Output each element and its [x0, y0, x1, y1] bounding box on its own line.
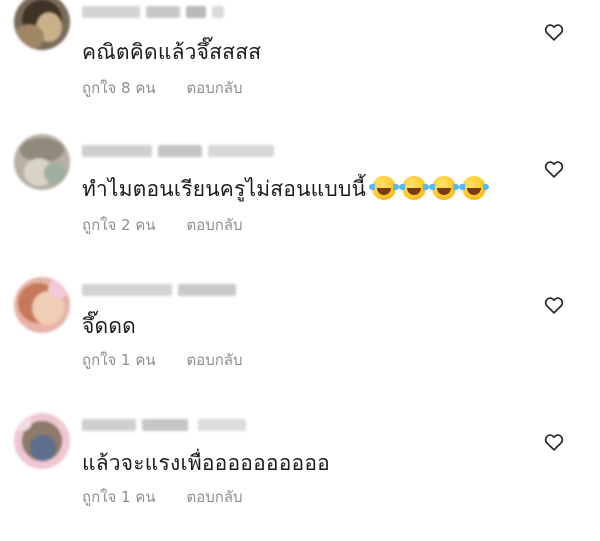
comment-text-body: ทำไมตอนเรียนครูไม่สอนแบบนี้ — [82, 177, 367, 201]
like-count[interactable]: ถูกใจ 8 คน — [82, 79, 156, 97]
laughing-tears-emoji-icon — [399, 176, 430, 200]
comment-text: คณิตคิดแล้วจึ๊สสสส — [82, 40, 262, 64]
comment-text: แล้วจะแรงเพื่ออออออออออ — [82, 451, 330, 475]
comment-meta: ถูกใจ 1 คน ตอบกลับ — [82, 485, 243, 509]
comment-meta: ถูกใจ 8 คน ตอบกลับ — [82, 76, 243, 100]
heart-outline-icon[interactable] — [543, 158, 565, 180]
reply-button[interactable]: ตอบกลับ — [186, 79, 242, 97]
comment-text: จึ๊ดดด — [82, 314, 137, 338]
laughing-tears-emoji-icon — [459, 176, 490, 200]
username-blurred[interactable] — [82, 417, 252, 433]
username-blurred[interactable] — [82, 4, 232, 20]
comment-item: คณิตคิดแล้วจึ๊สสสส ถูกใจ 8 คน ตอบกลับ — [0, 0, 600, 130]
username-blurred[interactable] — [82, 143, 282, 159]
like-count[interactable]: ถูกใจ 1 คน — [82, 488, 156, 506]
comment-meta: ถูกใจ 2 คน ตอบกลับ — [82, 213, 243, 237]
comment-item: จึ๊ดดด ถูกใจ 1 คน ตอบกลับ — [0, 274, 600, 404]
avatar[interactable] — [14, 0, 70, 50]
comment-text: ทำไมตอนเรียนครูไม่สอนแบบนี้ — [82, 173, 490, 206]
reply-button[interactable]: ตอบกลับ — [186, 488, 242, 506]
heart-outline-icon[interactable] — [543, 431, 565, 453]
laughing-tears-emoji-icon — [429, 176, 460, 200]
laughing-tears-emoji-icon — [369, 176, 400, 200]
reply-button[interactable]: ตอบกลับ — [186, 351, 242, 369]
avatar[interactable] — [14, 134, 70, 190]
username-blurred[interactable] — [82, 282, 242, 298]
comment-item: ทำไมตอนเรียนครูไม่สอนแบบนี้ ถูกใจ 2 คน ต… — [0, 134, 600, 267]
comment-meta: ถูกใจ 1 คน ตอบกลับ — [82, 348, 243, 372]
comment-item: แล้วจะแรงเพื่ออออออออออ ถูกใจ 1 คน ตอบกล… — [0, 411, 600, 541]
like-count[interactable]: ถูกใจ 2 คน — [82, 216, 156, 234]
avatar[interactable] — [14, 413, 70, 469]
heart-outline-icon[interactable] — [543, 294, 565, 316]
heart-outline-icon[interactable] — [543, 21, 565, 43]
like-count[interactable]: ถูกใจ 1 คน — [82, 351, 156, 369]
reply-button[interactable]: ตอบกลับ — [186, 216, 242, 234]
avatar[interactable] — [14, 277, 70, 333]
